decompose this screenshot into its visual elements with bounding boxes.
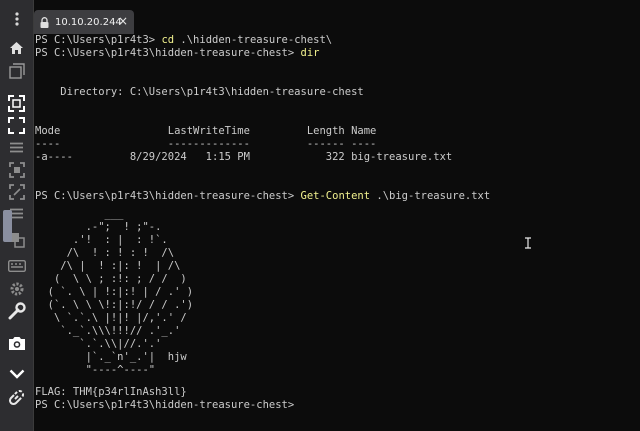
prompt: PS C:\Users\p1r4t3\hidden-treasure-chest… — [35, 190, 301, 202]
command-keyword: dir — [300, 47, 320, 59]
more-icon[interactable] — [0, 8, 33, 30]
table-row: -a---- 8/29/2024 1:15 PM 322 big-treasur… — [35, 151, 453, 163]
final-prompt: PS C:\Users\p1r4t3\hidden-treasure-chest… — [35, 399, 295, 411]
remote-session-sidebar — [0, 0, 34, 431]
resize-icon[interactable] — [0, 181, 33, 203]
new-window-icon[interactable] — [0, 60, 33, 82]
flag-line: FLAG: THM{p34rlInAsh3ll} — [35, 386, 187, 398]
camera-icon[interactable] — [0, 332, 33, 354]
tab-bar: 10.10.20.244 × — [34, 10, 640, 34]
table-header: Mode LastWriteTime Length Name — [35, 125, 377, 137]
text-cursor-icon — [524, 234, 532, 249]
lock-icon — [40, 16, 50, 28]
terminal-line: PS C:\Users\p1r4t3\hidden-treasure-chest… — [35, 190, 635, 203]
session-tab[interactable]: 10.10.20.244 × — [34, 10, 134, 34]
fit-screen-icon[interactable] — [0, 114, 33, 136]
command-keyword: cd — [161, 34, 175, 46]
panel-toggle-handle[interactable] — [3, 210, 12, 242]
prompt: PS C:\Users\p1r4t3\hidden-treasure-chest… — [35, 47, 301, 59]
tab-title: 10.10.20.244 — [55, 16, 122, 28]
command-keyword: Get-Content — [300, 190, 371, 202]
fullscreen-icon[interactable] — [0, 92, 33, 114]
table-underline: ---- ------------- ------ ---- — [35, 138, 377, 150]
settings-icon[interactable] — [0, 278, 33, 300]
chevron-down-icon[interactable] — [0, 363, 33, 385]
directory-line: Directory: C:\Users\p1r4t3\hidden-treasu… — [35, 86, 364, 98]
tools-icon[interactable] — [0, 300, 33, 322]
terminal-line: PS C:\Users\p1r4t3> cd .\hidden-treasure… — [35, 34, 635, 47]
home-icon[interactable] — [0, 37, 33, 59]
ascii-art-treasure: ___ .-"; ! ;"-. .'! : | : !`. /\ ! : ! :… — [47, 208, 194, 376]
keyboard-icon[interactable] — [0, 255, 33, 277]
reconnect-icon[interactable] — [0, 386, 33, 408]
terminal-line: PS C:\Users\p1r4t3\hidden-treasure-chest… — [35, 47, 635, 60]
command-args: .\hidden-treasure-chest\ — [174, 34, 333, 46]
command-args: .\big-treasure.txt — [370, 190, 491, 202]
close-tab-button[interactable]: × — [118, 15, 128, 27]
menu-icon[interactable] — [0, 136, 33, 158]
scale-icon[interactable] — [0, 159, 33, 181]
prompt: PS C:\Users\p1r4t3> — [35, 34, 162, 46]
